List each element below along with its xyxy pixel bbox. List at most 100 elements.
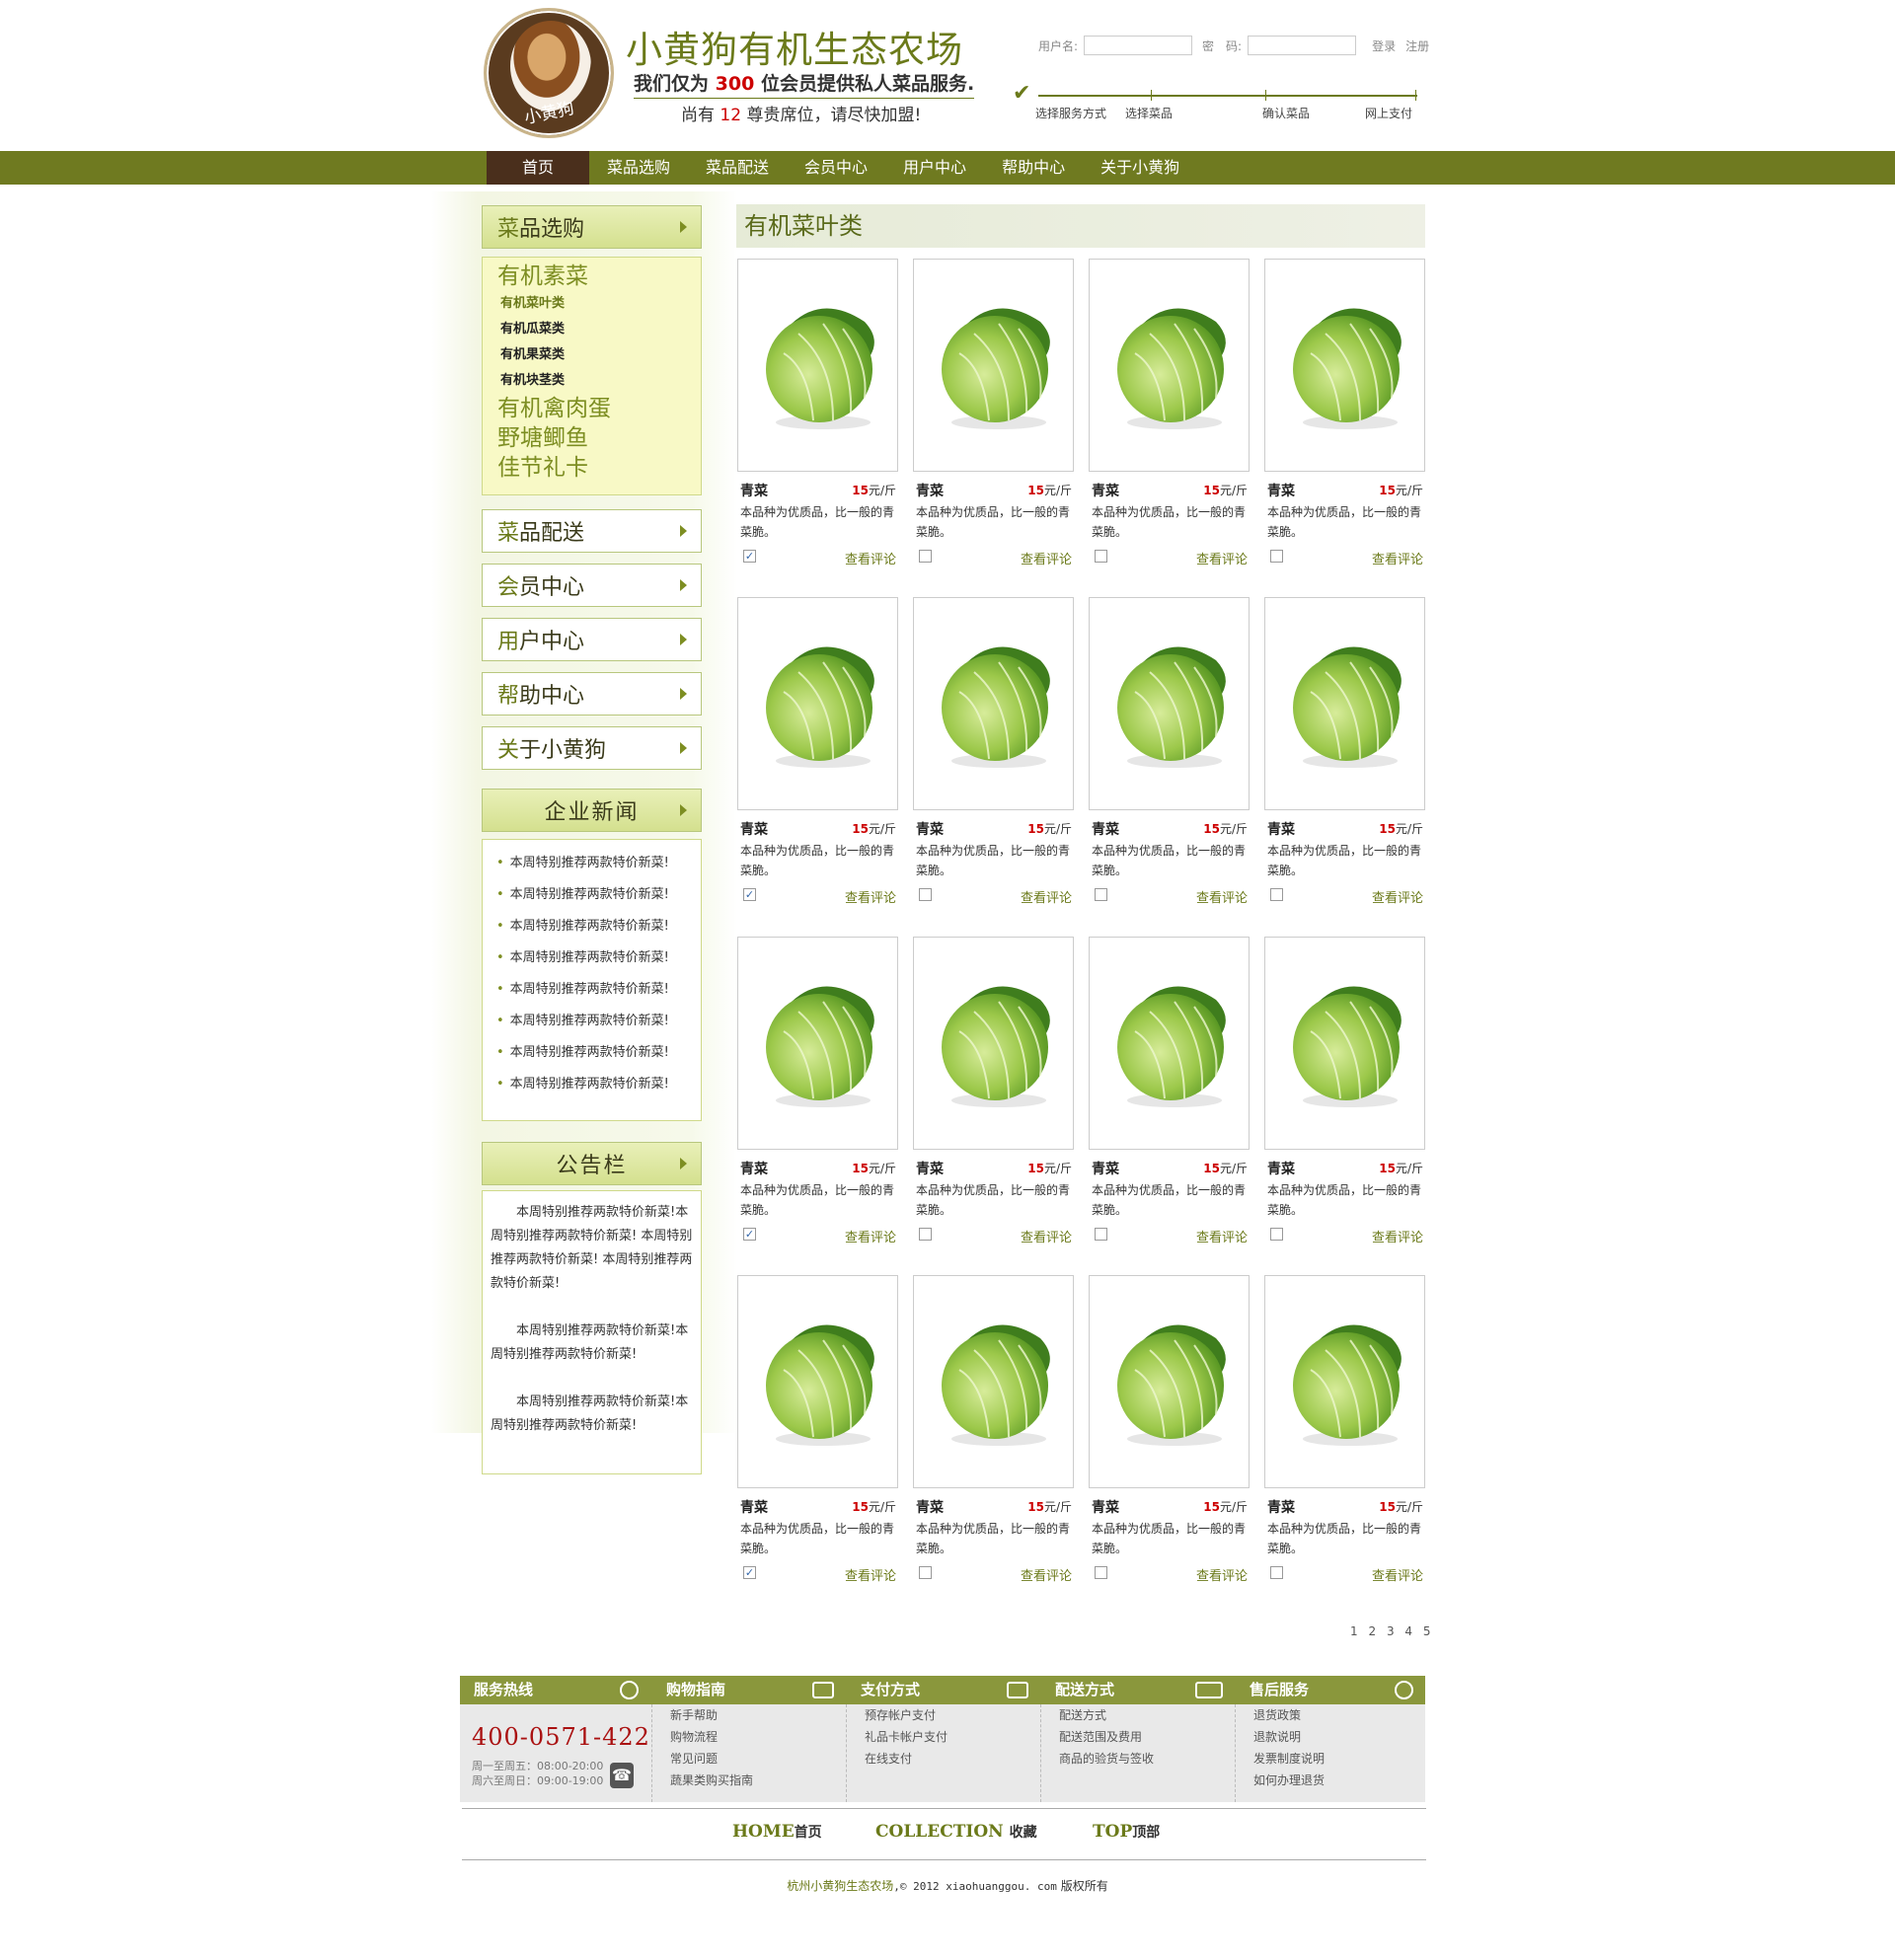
news-item[interactable]: • 本周特别推荐两款特价新菜! — [496, 915, 701, 946]
after-sale-link[interactable]: 如何办理退货 — [1236, 1770, 1425, 1791]
after-sale-link[interactable]: 退货政策 — [1236, 1704, 1425, 1726]
select-checkbox[interactable] — [919, 1228, 932, 1241]
view-reviews-link[interactable]: 查看评论 — [1372, 1565, 1423, 1584]
guide-link[interactable]: 新手帮助 — [652, 1704, 846, 1726]
product-image[interactable] — [1089, 937, 1250, 1150]
select-checkbox[interactable] — [1095, 1228, 1107, 1241]
product-card[interactable]: 青菜 15元/斤 本品种为优质品，比一般的青菜脆。 ✓ 查看评论 — [737, 597, 899, 935]
footer-top-link[interactable]: TOP顶部 — [1093, 1822, 1160, 1842]
nav-member[interactable]: 会员中心 — [787, 151, 885, 185]
select-checkbox[interactable] — [919, 550, 932, 563]
product-image[interactable] — [1264, 259, 1425, 472]
view-reviews-link[interactable]: 查看评论 — [1372, 549, 1423, 567]
view-reviews-link[interactable]: 查看评论 — [1372, 887, 1423, 906]
news-item[interactable]: • 本周特别推荐两款特价新菜! — [496, 1041, 701, 1073]
category-fruit-veg[interactable]: 有机果菜类 — [497, 342, 686, 368]
news-header[interactable]: 企业新闻 — [482, 789, 702, 832]
category-tuber[interactable]: 有机块茎类 — [497, 368, 686, 394]
password-input[interactable] — [1248, 36, 1357, 55]
select-checkbox[interactable] — [1095, 888, 1107, 901]
page-link[interactable]: 5 — [1423, 1624, 1433, 1638]
category-gourd[interactable]: 有机瓜菜类 — [497, 317, 686, 342]
page-link[interactable]: 3 — [1387, 1624, 1397, 1638]
product-image[interactable] — [913, 259, 1074, 472]
username-input[interactable] — [1084, 36, 1193, 55]
product-card[interactable]: 青菜 15元/斤 本品种为优质品，比一般的青菜脆。 查看评论 — [913, 1275, 1075, 1613]
category-poultry[interactable]: 有机禽肉蛋 — [497, 394, 686, 423]
view-reviews-link[interactable]: 查看评论 — [1021, 1227, 1072, 1245]
page-link[interactable]: 1 — [1350, 1624, 1360, 1638]
select-checkbox[interactable] — [1095, 1566, 1107, 1579]
news-item[interactable]: • 本周特别推荐两款特价新菜! — [496, 1073, 701, 1104]
product-card[interactable]: 青菜 15元/斤 本品种为优质品，比一般的青菜脆。 查看评论 — [1089, 259, 1251, 596]
product-image[interactable] — [737, 937, 898, 1150]
ship-link[interactable]: 配送方式 — [1041, 1704, 1235, 1726]
view-reviews-link[interactable]: 查看评论 — [1196, 1227, 1248, 1245]
nav-delivery[interactable]: 菜品配送 — [688, 151, 787, 185]
sidebar-about[interactable]: 关于小黄狗 — [482, 726, 702, 770]
after-sale-link[interactable]: 退款说明 — [1236, 1726, 1425, 1748]
nav-help[interactable]: 帮助中心 — [984, 151, 1083, 185]
product-image[interactable] — [1089, 259, 1250, 472]
nav-user[interactable]: 用户中心 — [885, 151, 984, 185]
notice-header[interactable]: 公告栏 — [482, 1142, 702, 1185]
select-checkbox[interactable]: ✓ — [743, 888, 756, 901]
view-reviews-link[interactable]: 查看评论 — [845, 1227, 896, 1245]
product-image[interactable] — [737, 597, 898, 810]
product-card[interactable]: 青菜 15元/斤 本品种为优质品，比一般的青菜脆。 ✓ 查看评论 — [737, 1275, 899, 1613]
sidebar-user[interactable]: 用户中心 — [482, 618, 702, 661]
news-item[interactable]: • 本周特别推荐两款特价新菜! — [496, 978, 701, 1010]
view-reviews-link[interactable]: 查看评论 — [1021, 549, 1072, 567]
select-checkbox[interactable]: ✓ — [743, 550, 756, 563]
view-reviews-link[interactable]: 查看评论 — [845, 549, 896, 567]
product-image[interactable] — [737, 259, 898, 472]
product-card[interactable]: 青菜 15元/斤 本品种为优质品，比一般的青菜脆。 查看评论 — [913, 937, 1075, 1274]
view-reviews-link[interactable]: 查看评论 — [1196, 1565, 1248, 1584]
page-link[interactable]: 4 — [1404, 1624, 1414, 1638]
register-link[interactable]: 注册 — [1405, 38, 1429, 54]
footer-collection-link[interactable]: COLLECTION 收藏 — [875, 1822, 1037, 1842]
product-card[interactable]: 青菜 15元/斤 本品种为优质品，比一般的青菜脆。 查看评论 — [1089, 1275, 1251, 1613]
view-reviews-link[interactable]: 查看评论 — [1372, 1227, 1423, 1245]
nav-shop[interactable]: 菜品选购 — [589, 151, 688, 185]
guide-link[interactable]: 蔬果类购买指南 — [652, 1770, 846, 1791]
view-reviews-link[interactable]: 查看评论 — [1196, 549, 1248, 567]
product-image[interactable] — [913, 1275, 1074, 1488]
product-image[interactable] — [1264, 597, 1425, 810]
product-image[interactable] — [913, 937, 1074, 1150]
after-sale-link[interactable]: 发票制度说明 — [1236, 1748, 1425, 1770]
product-card[interactable]: 青菜 15元/斤 本品种为优质品，比一般的青菜脆。 查看评论 — [1264, 1275, 1426, 1613]
select-checkbox[interactable] — [1270, 1566, 1283, 1579]
category-giftcard[interactable]: 佳节礼卡 — [497, 453, 686, 483]
product-card[interactable]: 青菜 15元/斤 本品种为优质品，比一般的青菜脆。 查看评论 — [1089, 597, 1251, 935]
view-reviews-link[interactable]: 查看评论 — [845, 887, 896, 906]
view-reviews-link[interactable]: 查看评论 — [1196, 887, 1248, 906]
product-image[interactable] — [737, 1275, 898, 1488]
select-checkbox[interactable] — [1270, 1228, 1283, 1241]
news-item[interactable]: • 本周特别推荐两款特价新菜! — [496, 1010, 701, 1041]
page-link[interactable]: 2 — [1368, 1624, 1378, 1638]
ship-link[interactable]: 配送范围及费用 — [1041, 1726, 1235, 1748]
product-image[interactable] — [913, 597, 1074, 810]
nav-home[interactable]: 首页 — [487, 151, 589, 185]
product-image[interactable] — [1264, 1275, 1425, 1488]
product-image[interactable] — [1264, 937, 1425, 1150]
select-checkbox[interactable]: ✓ — [743, 1228, 756, 1241]
footer-home-link[interactable]: HOME首页 — [732, 1822, 822, 1842]
sidebar-member[interactable]: 会员中心 — [482, 564, 702, 607]
news-item[interactable]: • 本周特别推荐两款特价新菜! — [496, 852, 701, 883]
product-card[interactable]: 青菜 15元/斤 本品种为优质品，比一般的青菜脆。 查看评论 — [1264, 597, 1426, 935]
sidebar-shop-header[interactable]: 菜品选购 — [482, 205, 702, 249]
category-fish[interactable]: 野塘鲫鱼 — [497, 423, 686, 453]
select-checkbox[interactable] — [919, 888, 932, 901]
select-checkbox[interactable] — [919, 1566, 932, 1579]
login-link[interactable]: 登录 — [1372, 38, 1396, 54]
view-reviews-link[interactable]: 查看评论 — [1021, 1565, 1072, 1584]
sidebar-help[interactable]: 帮助中心 — [482, 672, 702, 716]
nav-about[interactable]: 关于小黄狗 — [1083, 151, 1197, 185]
product-card[interactable]: 青菜 15元/斤 本品种为优质品，比一般的青菜脆。 查看评论 — [1264, 259, 1426, 596]
product-image[interactable] — [1089, 1275, 1250, 1488]
guide-link[interactable]: 常见问题 — [652, 1748, 846, 1770]
product-card[interactable]: 青菜 15元/斤 本品种为优质品，比一般的青菜脆。 ✓ 查看评论 — [737, 259, 899, 596]
news-item[interactable]: • 本周特别推荐两款特价新菜! — [496, 883, 701, 915]
